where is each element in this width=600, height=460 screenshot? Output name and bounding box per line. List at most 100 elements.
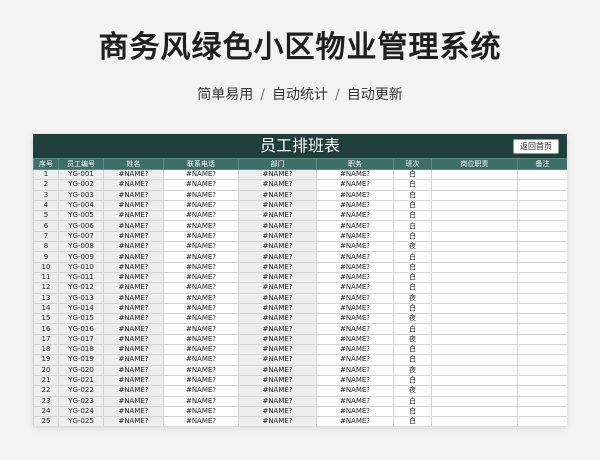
cell-employee-id[interactable]: YG-018 (58, 344, 104, 356)
column-header-employee-id[interactable]: 员工编号 (58, 158, 104, 170)
cell-position[interactable]: #NAME? (316, 230, 394, 243)
cell-name[interactable]: #NAME? (103, 364, 164, 376)
cell-shift[interactable]: 白 (393, 220, 432, 232)
cell-employee-id[interactable]: YG-006 (58, 220, 104, 232)
cell-position[interactable]: #NAME? (316, 395, 394, 407)
cell-duties[interactable] (431, 302, 518, 315)
cell-employee-id[interactable]: YG-002 (58, 179, 104, 191)
cell-employee-id[interactable]: YG-008 (58, 241, 104, 253)
cell-department[interactable]: #NAME? (238, 344, 317, 356)
cell-department[interactable]: #NAME? (238, 220, 317, 232)
cell-phone[interactable]: #NAME? (163, 344, 239, 356)
cell-employee-id[interactable]: YG-011 (58, 271, 104, 284)
cell-department[interactable]: #NAME? (238, 323, 317, 335)
cell-employee-id[interactable]: YG-005 (58, 210, 104, 222)
cell-shift[interactable]: 白 (393, 354, 432, 366)
cell-name[interactable]: #NAME? (103, 333, 164, 346)
cell-department[interactable]: #NAME? (238, 364, 317, 376)
cell-employee-id[interactable]: YG-024 (58, 405, 104, 418)
cell-position[interactable]: #NAME? (316, 364, 394, 376)
cell-notes[interactable] (517, 395, 567, 407)
cell-department[interactable]: #NAME? (238, 241, 317, 253)
cell-position[interactable]: #NAME? (316, 385, 394, 397)
cell-shift[interactable]: 夜 (393, 241, 432, 253)
cell-notes[interactable] (517, 374, 567, 387)
column-header-index[interactable]: 序号 (33, 158, 59, 170)
cell-department[interactable]: #NAME? (238, 210, 317, 222)
cell-index[interactable]: 21 (33, 374, 59, 387)
cell-duties[interactable] (431, 282, 518, 294)
cell-department[interactable]: #NAME? (238, 313, 317, 325)
cell-index[interactable]: 10 (33, 261, 59, 273)
cell-position[interactable]: #NAME? (316, 292, 394, 304)
cell-department[interactable]: #NAME? (238, 230, 317, 243)
cell-duties[interactable] (431, 374, 518, 387)
cell-duties[interactable] (431, 292, 518, 304)
cell-position[interactable]: #NAME? (316, 302, 394, 315)
cell-notes[interactable] (517, 179, 567, 191)
cell-shift[interactable]: 白 (393, 302, 432, 315)
cell-name[interactable]: #NAME? (103, 220, 164, 232)
cell-duties[interactable] (431, 199, 518, 212)
cell-name[interactable]: #NAME? (103, 241, 164, 253)
cell-phone[interactable]: #NAME? (163, 292, 239, 304)
cell-phone[interactable]: #NAME? (163, 333, 239, 346)
cell-index[interactable]: 25 (33, 416, 59, 426)
cell-duties[interactable] (431, 416, 518, 426)
column-header-position[interactable]: 职务 (316, 158, 394, 170)
cell-employee-id[interactable]: YG-010 (58, 261, 104, 273)
cell-department[interactable]: #NAME? (238, 333, 317, 346)
cell-duties[interactable] (431, 210, 518, 222)
cell-department[interactable]: #NAME? (238, 354, 317, 366)
cell-notes[interactable] (517, 385, 567, 397)
cell-duties[interactable] (431, 230, 518, 243)
cell-notes[interactable] (517, 199, 567, 212)
cell-employee-id[interactable]: YG-004 (58, 199, 104, 212)
cell-name[interactable]: #NAME? (103, 302, 164, 315)
cell-department[interactable]: #NAME? (238, 395, 317, 407)
cell-duties[interactable] (431, 189, 518, 201)
cell-phone[interactable]: #NAME? (163, 282, 239, 294)
cell-duties[interactable] (431, 261, 518, 273)
cell-index[interactable]: 3 (33, 189, 59, 201)
cell-duties[interactable] (431, 323, 518, 335)
cell-phone[interactable]: #NAME? (163, 179, 239, 191)
cell-shift[interactable]: 白 (393, 323, 432, 335)
cell-index[interactable]: 1 (33, 168, 59, 181)
cell-notes[interactable] (517, 323, 567, 335)
cell-name[interactable]: #NAME? (103, 313, 164, 325)
cell-shift[interactable]: 夜 (393, 292, 432, 304)
cell-duties[interactable] (431, 333, 518, 346)
cell-index[interactable]: 18 (33, 344, 59, 356)
cell-department[interactable]: #NAME? (238, 416, 317, 426)
cell-name[interactable]: #NAME? (103, 344, 164, 356)
cell-position[interactable]: #NAME? (316, 261, 394, 273)
column-header-department[interactable]: 部门 (238, 158, 317, 170)
cell-index[interactable]: 19 (33, 354, 59, 366)
cell-duties[interactable] (431, 179, 518, 191)
cell-position[interactable]: #NAME? (316, 168, 394, 181)
cell-name[interactable]: #NAME? (103, 292, 164, 304)
cell-position[interactable]: #NAME? (316, 416, 394, 426)
cell-employee-id[interactable]: YG-023 (58, 395, 104, 407)
cell-department[interactable]: #NAME? (238, 302, 317, 315)
cell-department[interactable]: #NAME? (238, 374, 317, 387)
cell-phone[interactable]: #NAME? (163, 168, 239, 181)
cell-notes[interactable] (517, 354, 567, 366)
back-to-home-button[interactable]: 返回首页 (513, 139, 559, 154)
cell-phone[interactable]: #NAME? (163, 271, 239, 284)
cell-department[interactable]: #NAME? (238, 199, 317, 212)
cell-shift[interactable]: 白 (393, 230, 432, 243)
cell-index[interactable]: 6 (33, 220, 59, 232)
cell-position[interactable]: #NAME? (316, 313, 394, 325)
cell-name[interactable]: #NAME? (103, 179, 164, 191)
cell-department[interactable]: #NAME? (238, 385, 317, 397)
cell-index[interactable]: 12 (33, 282, 59, 294)
cell-phone[interactable]: #NAME? (163, 405, 239, 418)
cell-employee-id[interactable]: YG-007 (58, 230, 104, 243)
cell-index[interactable]: 24 (33, 405, 59, 418)
cell-duties[interactable] (431, 313, 518, 325)
cell-department[interactable]: #NAME? (238, 189, 317, 201)
cell-department[interactable]: #NAME? (238, 282, 317, 294)
cell-phone[interactable]: #NAME? (163, 302, 239, 315)
